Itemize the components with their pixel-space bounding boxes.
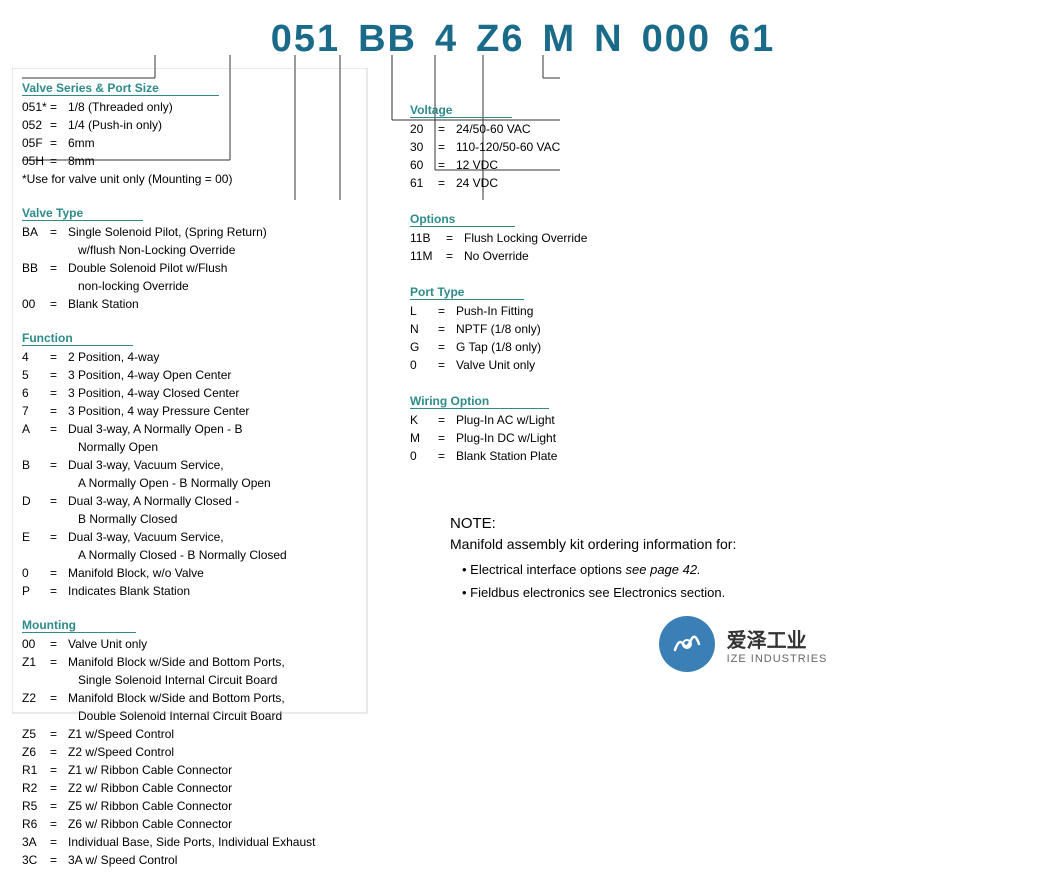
port-type-entry-0: 0 = Valve Unit only <box>410 356 1036 374</box>
voltage-section: Voltage 20 = 24/50-60 VAC 30 = 110-120/5… <box>410 93 1036 192</box>
left-column: Valve Series & Port Size 051* = 1/8 (Thr… <box>10 71 380 869</box>
mounting-entry-r1: R1 = Z1 w/ Ribbon Cable Connector <box>22 761 380 779</box>
valve-type-section: Valve Type BA = Single Solenoid Pilot, (… <box>22 196 380 313</box>
valve-type-entry-bb: BB = Double Solenoid Pilot w/Flush non-l… <box>22 259 380 295</box>
valve-type-header: Valve Type <box>22 206 143 221</box>
function-entry-0: 0 = Manifold Block, w/o Valve <box>22 564 380 582</box>
port-type-entry-g: G = G Tap (1/8 only) <box>410 338 1036 356</box>
note-subtitle: Manifold assembly kit ordering informati… <box>450 536 1036 552</box>
function-entry-e: E = Dual 3-way, Vacuum Service, A Normal… <box>22 528 380 564</box>
options-header: Options <box>410 212 515 227</box>
mounting-entry-z5: Z5 = Z1 w/Speed Control <box>22 725 380 743</box>
valve-type-entry-00: 00 = Blank Station <box>22 295 380 313</box>
function-entry-6: 6 = 3 Position, 4-way Closed Center <box>22 384 380 402</box>
valve-series-section: Valve Series & Port Size 051* = 1/8 (Thr… <box>22 71 380 188</box>
port-type-entry-l: L = Push-In Fitting <box>410 302 1036 320</box>
mounting-entry-r2: R2 = Z2 w/ Ribbon Cable Connector <box>22 779 380 797</box>
function-section: Function 4 = 2 Position, 4-way 5 = 3 Pos… <box>22 321 380 600</box>
right-column: Voltage 20 = 24/50-60 VAC 30 = 110-120/5… <box>380 71 1036 869</box>
mounting-header: Mounting <box>22 618 136 633</box>
wiring-option-header: Wiring Option <box>410 394 549 409</box>
valve-series-entry-1: 052 = 1/4 (Push-in only) <box>22 116 380 134</box>
part-num-6: N <box>594 18 623 61</box>
options-entry-11b: 11B = Flush Locking Override <box>410 229 1036 247</box>
valve-series-header: Valve Series & Port Size <box>22 81 219 96</box>
mounting-entry-z2: Z2 = Manifold Block w/Side and Bottom Po… <box>22 689 380 725</box>
logo-text: 爱泽工业 IZE INDUSTRIES <box>727 624 828 665</box>
wiring-entry-m: M = Plug-In DC w/Light <box>410 429 1036 447</box>
function-header: Function <box>22 331 133 346</box>
part-num-4: Z6 <box>476 18 524 61</box>
part-num-7: 000 <box>642 18 711 61</box>
mounting-entry-3c: 3C = 3A w/ Speed Control <box>22 851 380 869</box>
part-num-2: BB <box>358 18 417 61</box>
mounting-entry-r6: R6 = Z6 w/ Ribbon Cable Connector <box>22 815 380 833</box>
logo-chinese: 爱泽工业 <box>727 624 828 653</box>
valve-series-entry-3: 05H = 8mm <box>22 152 380 170</box>
note-section: NOTE: Manifold assembly kit ordering inf… <box>450 515 1036 672</box>
page: 051 BB 4 Z6 M N 000 61 <box>0 0 1046 879</box>
wiring-option-section: Wiring Option K = Plug-In AC w/Light M =… <box>410 384 1036 465</box>
function-entry-p: P = Indicates Blank Station <box>22 582 380 600</box>
options-section: Options 11B = Flush Locking Override 11M… <box>410 202 1036 265</box>
note-bullet-2: • Fieldbus electronics see Electronics s… <box>462 585 1036 600</box>
function-entry-d: D = Dual 3-way, A Normally Closed - B No… <box>22 492 380 528</box>
mounting-entry-r5: R5 = Z5 w/ Ribbon Cable Connector <box>22 797 380 815</box>
port-type-entry-n: N = NPTF (1/8 only) <box>410 320 1036 338</box>
wiring-entry-k: K = Plug-In AC w/Light <box>410 411 1036 429</box>
logo-area: 爱泽工业 IZE INDUSTRIES <box>450 616 1036 672</box>
mounting-entry-00: 00 = Valve Unit only <box>22 635 380 653</box>
part-num-8: 61 <box>729 18 775 61</box>
valve-series-entry-0: 051* = 1/8 (Threaded only) <box>22 98 380 116</box>
voltage-entry-20: 20 = 24/50-60 VAC <box>410 120 1036 138</box>
mounting-section: Mounting 00 = Valve Unit only Z1 = Manif… <box>22 608 380 869</box>
logo-icon <box>659 616 715 672</box>
function-entry-a: A = Dual 3-way, A Normally Open - B Norm… <box>22 420 380 456</box>
voltage-header: Voltage <box>410 103 512 118</box>
port-type-header: Port Type <box>410 285 524 300</box>
voltage-entry-60: 60 = 12 VDC <box>410 156 1036 174</box>
function-entry-5: 5 = 3 Position, 4-way Open Center <box>22 366 380 384</box>
note-bullet-1: • Electrical interface options see page … <box>462 562 1036 577</box>
logo-english: IZE INDUSTRIES <box>727 653 828 665</box>
function-entry-7: 7 = 3 Position, 4 way Pressure Center <box>22 402 380 420</box>
function-entry-4: 4 = 2 Position, 4-way <box>22 348 380 366</box>
part-num-1: 051 <box>271 18 340 61</box>
mounting-entry-z1: Z1 = Manifold Block w/Side and Bottom Po… <box>22 653 380 689</box>
voltage-entry-61: 61 = 24 VDC <box>410 174 1036 192</box>
wiring-entry-0: 0 = Blank Station Plate <box>410 447 1036 465</box>
mounting-entry-3a: 3A = Individual Base, Side Ports, Indivi… <box>22 833 380 851</box>
part-num-3: 4 <box>435 18 458 61</box>
valve-type-entry-ba: BA = Single Solenoid Pilot, (Spring Retu… <box>22 223 380 259</box>
part-number-header: 051 BB 4 Z6 M N 000 61 <box>10 10 1036 61</box>
function-entry-b: B = Dual 3-way, Vacuum Service, A Normal… <box>22 456 380 492</box>
valve-series-entry-2: 05F = 6mm <box>22 134 380 152</box>
port-type-section: Port Type L = Push-In Fitting N = NPTF (… <box>410 275 1036 374</box>
part-num-5: M <box>543 18 577 61</box>
options-entry-11m: 11M = No Override <box>410 247 1036 265</box>
valve-series-note: *Use for valve unit only (Mounting = 00) <box>22 170 380 188</box>
voltage-entry-30: 30 = 110-120/50-60 VAC <box>410 138 1036 156</box>
note-title: NOTE: <box>450 515 1036 532</box>
mounting-entry-z6: Z6 = Z2 w/Speed Control <box>22 743 380 761</box>
